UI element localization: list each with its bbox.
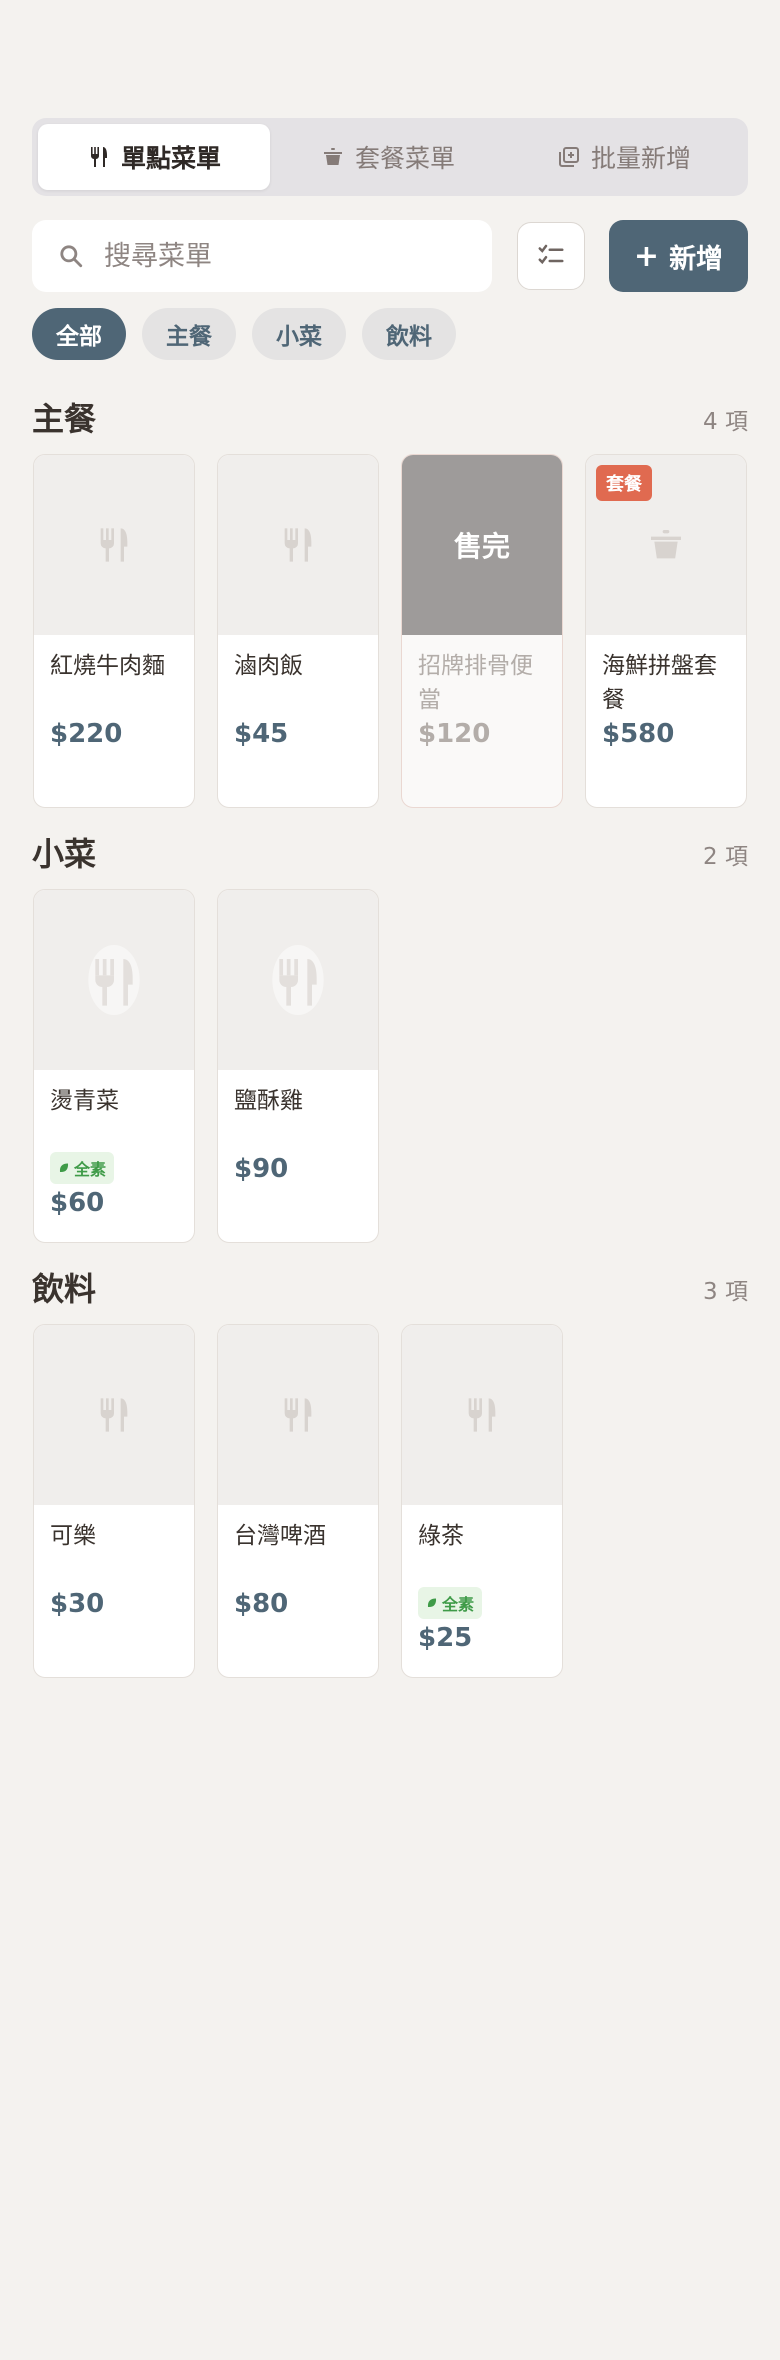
menu-item-card-soldout[interactable]: 售完 招牌排骨便當 $120 <box>401 454 563 808</box>
item-name: 紅燒牛肉麵 <box>50 653 165 679</box>
section-title-side: 小菜 <box>32 835 97 873</box>
item-name: 海鮮拼盤套餐 <box>602 653 717 713</box>
multi-select-button[interactable] <box>517 222 585 290</box>
item-image-placeholder <box>218 890 378 1070</box>
item-price: $90 <box>234 1154 289 1184</box>
menu-tabs: 單點菜單 套餐菜單 批量新增 <box>32 118 748 196</box>
item-price: $80 <box>234 1589 289 1619</box>
vegan-tag-label: 全素 <box>442 1595 475 1614</box>
item-name: 招牌排骨便當 <box>418 653 533 713</box>
set-meal-badge: 套餐 <box>596 465 652 501</box>
plus-icon: + <box>633 238 660 274</box>
item-image-placeholder: 售完 <box>402 455 562 635</box>
leaf-icon <box>59 1163 69 1173</box>
item-price: $220 <box>50 719 123 749</box>
utensils-icon <box>88 945 140 1015</box>
tab-label: 套餐菜單 <box>354 144 455 173</box>
utensils-icon <box>100 528 128 562</box>
add-item-button[interactable]: + 新增 <box>609 220 748 292</box>
item-price: $120 <box>418 719 491 749</box>
sold-out-label: 售完 <box>453 530 510 563</box>
pot-icon <box>651 530 681 559</box>
menu-item-card[interactable]: 綠茶 全素 $25 <box>401 1324 563 1678</box>
item-image-placeholder <box>34 1325 194 1505</box>
item-image-placeholder <box>34 890 194 1070</box>
menu-item-card[interactable]: 可樂 $30 <box>33 1324 195 1678</box>
item-name: 台灣啤酒 <box>234 1523 326 1549</box>
vegan-tag: 全素 <box>50 1152 115 1184</box>
utensils-icon <box>100 1398 128 1432</box>
search-icon <box>60 245 83 268</box>
utensils-icon <box>284 1398 312 1432</box>
tab-single-menu[interactable]: 單點菜單 <box>38 124 270 190</box>
menu-item-card[interactable]: 燙青菜 全素 $60 <box>33 889 195 1243</box>
checklist-icon <box>538 244 564 265</box>
item-price: $60 <box>50 1188 105 1218</box>
section-title-drinks: 飲料 <box>32 1270 97 1308</box>
item-name: 燙青菜 <box>50 1088 119 1114</box>
category-filter: 全部 主餐 小菜 飲料 <box>32 308 456 360</box>
add-button-label: 新增 <box>669 243 724 275</box>
tab-label: 單點菜單 <box>120 144 221 173</box>
pot-icon <box>323 148 342 165</box>
section-count-main: 4 項 <box>703 409 748 435</box>
item-image-placeholder <box>34 455 194 635</box>
search-box <box>32 220 492 292</box>
vegan-tag-label: 全素 <box>74 1160 107 1179</box>
tab-batch-add[interactable]: 批量新增 <box>506 124 742 190</box>
section-count-drinks: 3 項 <box>703 1279 748 1305</box>
menu-item-card[interactable]: 台灣啤酒 $80 <box>217 1324 379 1678</box>
item-name: 鹽酥雞 <box>234 1088 303 1114</box>
item-price: $580 <box>602 719 675 749</box>
filter-chip-side[interactable]: 小菜 <box>252 308 346 360</box>
utensils-icon <box>284 528 312 562</box>
utensils-icon <box>272 945 324 1015</box>
copy-add-icon <box>558 147 579 167</box>
item-name: 滷肉飯 <box>234 653 303 679</box>
item-name: 綠茶 <box>418 1523 464 1549</box>
item-image-placeholder <box>218 1325 378 1505</box>
filter-chip-drinks[interactable]: 飲料 <box>362 308 456 360</box>
section-title-main: 主餐 <box>32 400 97 438</box>
utensils-icon <box>468 1398 496 1432</box>
item-price: $25 <box>418 1623 473 1653</box>
tab-label: 批量新增 <box>590 144 691 173</box>
menu-item-card[interactable]: 紅燒牛肉麵 $220 <box>33 454 195 808</box>
search-input[interactable] <box>104 240 464 272</box>
section-count-side: 2 項 <box>703 844 748 870</box>
menu-item-card[interactable]: 滷肉飯 $45 <box>217 454 379 808</box>
utensils-icon <box>90 147 107 167</box>
menu-item-card[interactable]: 套餐 海鮮拼盤套餐 $580 <box>585 454 747 808</box>
item-price: $30 <box>50 1589 105 1619</box>
item-price: $45 <box>234 719 289 749</box>
item-name: 可樂 <box>50 1523 96 1549</box>
item-image-placeholder: 套餐 <box>586 455 746 635</box>
vegan-tag: 全素 <box>418 1587 483 1619</box>
tab-set-menu[interactable]: 套餐菜單 <box>270 124 506 190</box>
item-image-placeholder <box>402 1325 562 1505</box>
leaf-icon <box>427 1598 437 1608</box>
filter-chip-all[interactable]: 全部 <box>32 308 126 360</box>
item-image-placeholder <box>218 455 378 635</box>
menu-item-card[interactable]: 鹽酥雞 $90 <box>217 889 379 1243</box>
filter-chip-main[interactable]: 主餐 <box>142 308 236 360</box>
